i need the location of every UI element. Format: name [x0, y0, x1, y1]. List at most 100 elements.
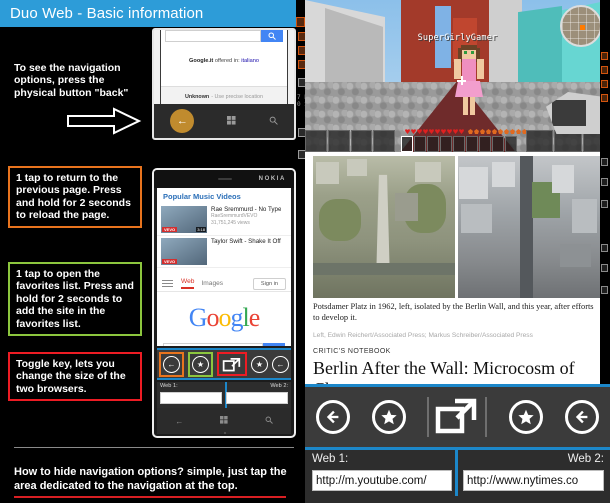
video-thumbnail[interactable]: VEVO 3:18 — [161, 206, 207, 233]
search-icon[interactable] — [261, 30, 283, 42]
google-page: Web Images Sign in Google — [157, 276, 291, 346]
highlight-back-button: ← — [159, 351, 184, 377]
web1-url-input[interactable]: http://m.youtube.com/ — [312, 470, 452, 491]
star-circle-icon[interactable]: ★ — [192, 355, 209, 373]
phone2-brand-label: NOKIA — [258, 176, 286, 182]
phone-screenshot-main: NOKIA Popular Music Videos VEVO 3:18 Rae… — [152, 168, 296, 438]
arrow-left-circle-icon[interactable]: ← — [163, 355, 180, 373]
expand-arrow-icon[interactable] — [222, 356, 242, 372]
phone2-home-dot — [224, 432, 226, 434]
duo-navigation-bar-small: ← ★ ★ ← — [157, 348, 291, 380]
left-instructions-panel: Duo Web - Basic information To see the n… — [0, 0, 305, 503]
photo-present-day — [458, 156, 600, 298]
window-title: Duo Web - Basic information — [10, 5, 204, 22]
nytimes-article[interactable]: Potsdamer Platz in 1962, left, isolated … — [305, 152, 610, 384]
back-icon[interactable]: ← — [170, 109, 195, 133]
list-item[interactable]: VEVO 3:18 Rae Sremmurd - No Type RaeSrem… — [157, 204, 291, 236]
web1-url-input[interactable] — [160, 392, 222, 404]
hamburger-menu-icon[interactable] — [162, 278, 173, 289]
phone2-screen: Popular Music Videos VEVO 3:18 Rae Sremm… — [157, 188, 291, 346]
phone1-search-input[interactable] — [165, 30, 261, 42]
article-edge-strip — [600, 152, 610, 384]
arrow-left-circle-icon[interactable]: ← — [272, 355, 289, 373]
photo-caption: Potsdamer Platz in 1962, left, isolated … — [313, 302, 594, 322]
web2-url-input[interactable]: http://www.nytimes.co — [463, 470, 604, 491]
web2-label: Web 2: — [567, 453, 604, 465]
vevo-badge: VEVO — [162, 259, 178, 264]
back-right-button[interactable] — [565, 400, 600, 434]
sign-in-button[interactable]: Sign in — [252, 277, 286, 290]
video-thumbnail[interactable]: VEVO — [161, 238, 207, 265]
annotation-toggle-button: Toggle key, lets you change the size of … — [8, 352, 142, 402]
article-kicker: CRITIC'S NOTEBOOK — [313, 348, 391, 355]
right-app-panel: SuperGirlyGamer Potsdamer Platz in 1962,… — [305, 0, 610, 503]
search-nav-icon[interactable] — [265, 416, 273, 426]
back-icon[interactable]: ← — [175, 417, 183, 426]
windows-home-icon[interactable] — [226, 115, 236, 127]
web2-url-input[interactable] — [226, 392, 288, 404]
photo-1962 — [313, 156, 455, 298]
phone1-location-action[interactable]: - Use precise location — [211, 94, 263, 100]
photo-credit: Left, Edwin Reichert/Associated Press; M… — [313, 332, 533, 339]
titlebar-corner-badge — [296, 17, 305, 27]
web1-label: Web 1: — [312, 453, 349, 465]
expand-arrow-icon — [436, 398, 477, 433]
minecraft-game-view[interactable]: SuperGirlyGamer — [305, 0, 610, 152]
horizontal-separator — [14, 447, 294, 448]
health-bar — [405, 129, 464, 134]
phone2-top-bezel: NOKIA — [154, 170, 294, 188]
search-nav-icon[interactable] — [269, 116, 278, 127]
phone1-screen: Google.it offered in: italiano Unknown -… — [160, 30, 288, 106]
game-edge-strip — [600, 0, 610, 152]
annotation-favorites-button: 1 tap to open the favorites list. Press … — [8, 262, 142, 337]
toggle-button-group — [427, 396, 488, 439]
phone1-offered-lang-link[interactable]: italiano — [241, 58, 259, 64]
phone2-speaker — [218, 178, 232, 180]
vertical-separator — [427, 397, 430, 437]
phone1-search-row — [165, 30, 283, 42]
star-circle-icon — [518, 409, 534, 425]
annotation-intro: To see the navigation options, press the… — [8, 58, 144, 104]
video-duration: 3:18 — [196, 227, 206, 232]
app-root: Duo Web - Basic information To see the n… — [0, 0, 610, 503]
star-circle-icon[interactable]: ★ — [251, 355, 268, 373]
minimap — [560, 5, 602, 47]
video-views: 31,751,245 views — [211, 219, 250, 226]
url-divider — [455, 450, 458, 496]
arrow-left-circle-icon — [326, 410, 339, 424]
left-control-pad[interactable] — [305, 130, 395, 152]
youtube-page: Popular Music Videos VEVO 3:18 Rae Sremm… — [157, 188, 291, 276]
vevo-badge: VEVO — [162, 227, 178, 232]
duo-url-bar: Web 1: Web 2: http://m.youtube.com/ http… — [305, 450, 610, 503]
video-title[interactable]: Taylor Swift - Shake It Off — [211, 238, 281, 245]
inventory-hotbar[interactable] — [401, 136, 517, 152]
article-photo-pair — [313, 156, 600, 298]
back-left-button[interactable] — [315, 400, 350, 434]
duo-navigation-bar — [305, 384, 610, 450]
arrow-right-icon — [67, 107, 142, 135]
article-headline[interactable]: Berlin After the Wall: Microcosm of Chan… — [313, 358, 604, 384]
google-topbar: Web Images Sign in — [157, 276, 291, 292]
phone1-offered-domain: Google.it — [189, 58, 214, 64]
favorites-left-button[interactable] — [371, 400, 406, 434]
cropped-edge-strip: 7 E 0 1 — [296, 28, 305, 168]
tab-images[interactable]: Images — [201, 280, 223, 287]
phone-screenshot-top: Google.it offered in: italiano Unknown -… — [152, 28, 296, 140]
windows-home-icon[interactable] — [219, 416, 228, 426]
search-icon[interactable] — [263, 343, 285, 346]
search-input[interactable] — [163, 343, 263, 346]
highlight-favorites-button: ★ — [188, 351, 213, 377]
crosshair-icon — [457, 76, 466, 85]
armor-bar — [468, 129, 527, 134]
highlight-toggle-button — [217, 352, 247, 376]
tab-web[interactable]: Web — [181, 278, 195, 289]
favorites-right-button[interactable] — [509, 400, 544, 434]
google-logo: Google — [188, 303, 261, 332]
toggle-size-button[interactable] — [435, 396, 479, 439]
video-title[interactable]: Rae Sremmurd - No Type — [211, 206, 281, 213]
annotation-hide-nav: How to hide navigation options? simple, … — [14, 466, 287, 492]
vertical-separator — [485, 397, 488, 437]
phone1-offered-text: offered in: — [214, 58, 240, 64]
list-item[interactable]: VEVO Taylor Swift - Shake It Off — [157, 236, 291, 268]
window-titlebar: Duo Web - Basic information — [0, 0, 296, 27]
